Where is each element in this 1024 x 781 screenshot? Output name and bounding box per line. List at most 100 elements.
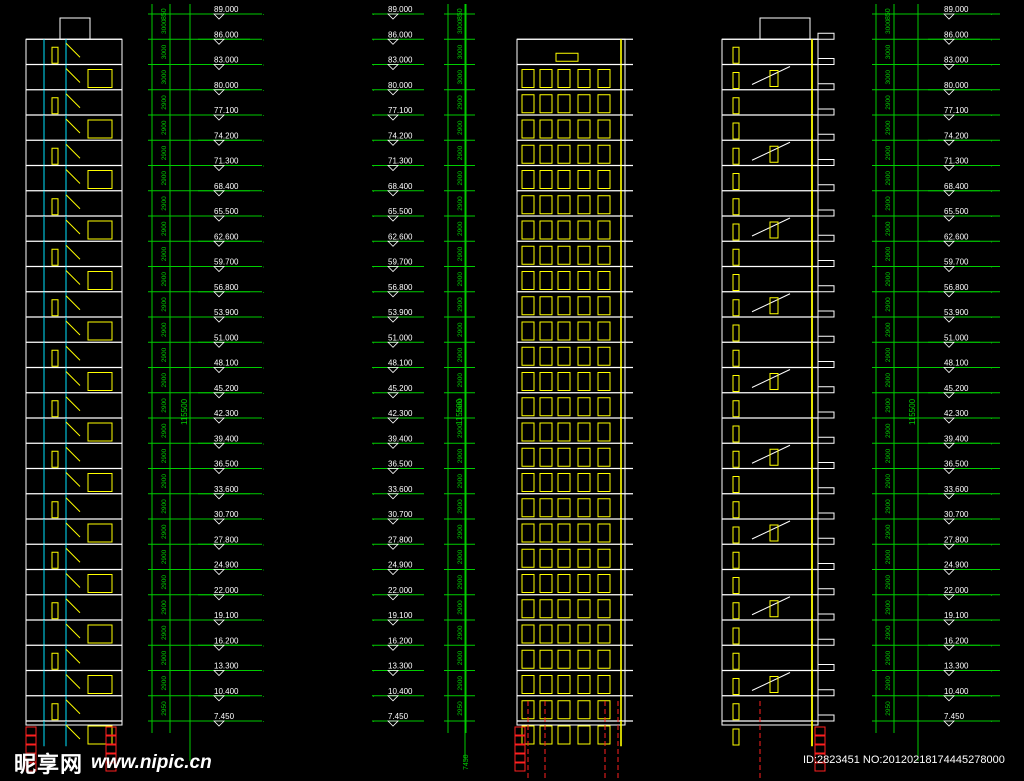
level-marker	[387, 493, 399, 500]
section-b-window	[577, 144, 591, 164]
section-a-stair-flight	[65, 169, 81, 184]
floor-dimension: 2900	[457, 398, 464, 413]
section-c-door	[732, 425, 740, 443]
floor-dimension: 2900	[161, 423, 168, 438]
section-a-door	[51, 147, 59, 165]
floor-dimension: 2900	[161, 600, 168, 615]
floor-dimension: 2900	[457, 221, 464, 236]
section-a-door	[51, 400, 59, 418]
section-c-balcony	[817, 32, 835, 40]
floor-dimension: 2900	[457, 499, 464, 514]
level-marker	[943, 38, 955, 45]
section-a-stair-flight	[65, 371, 81, 386]
section-b-roof-vent	[555, 52, 579, 62]
floor-tag: ·	[990, 338, 993, 347]
level-marker	[387, 89, 399, 96]
floor-dimension: 2900	[161, 347, 168, 362]
section-c-door	[732, 400, 740, 418]
section-b-window	[557, 523, 571, 543]
section-b-window	[577, 346, 591, 366]
cad-canvas: 850 115500 89.000 3000 · 86.000 3000 · 83.000 300…	[0, 0, 1024, 781]
section-a-door	[51, 349, 59, 367]
section-b-window	[539, 296, 553, 316]
floor-tag: ·	[262, 515, 265, 524]
section-b-window	[597, 220, 611, 240]
section-b-window	[577, 372, 591, 391]
floor-dimension: 2900	[885, 246, 892, 261]
section-b-window	[521, 675, 535, 694]
floor-tag: ·	[262, 86, 265, 95]
section-b-window	[557, 675, 571, 694]
floor-tag: ·	[372, 591, 375, 600]
level-marker	[943, 341, 955, 348]
level-marker	[213, 594, 225, 601]
section-b-window	[539, 624, 553, 644]
section-b-window	[539, 574, 553, 593]
floor-dimension: 2900	[457, 625, 464, 640]
section-b-window	[597, 548, 611, 568]
level-marker	[943, 619, 955, 626]
section-c-door	[732, 72, 740, 89]
section-a-pile	[25, 726, 37, 736]
level-value: 62.600	[388, 232, 413, 241]
section-a-window	[87, 372, 113, 391]
level-value: 33.600	[388, 485, 413, 494]
floor-tag: ·	[262, 414, 265, 423]
level-marker	[387, 644, 399, 651]
floor-dimension: 2900	[457, 297, 464, 312]
section-a-door	[51, 551, 59, 569]
level-value: 45.200	[388, 384, 413, 393]
section-b-window	[557, 649, 571, 669]
level-value: 39.400	[214, 434, 239, 443]
floor-tag: ·	[990, 515, 993, 524]
floor-tag: ·	[372, 212, 375, 221]
section-a-door	[51, 299, 59, 317]
floor-tag: ·	[990, 288, 993, 297]
level-value: 56.800	[214, 283, 239, 292]
level-marker	[213, 139, 225, 146]
section-a-window	[87, 422, 113, 442]
section-b-window	[539, 372, 553, 391]
level-marker	[213, 442, 225, 449]
floor-tag: ·	[990, 717, 993, 726]
floor-tag: ·	[372, 338, 375, 347]
level-marker	[943, 291, 955, 298]
section-c-balcony	[817, 285, 835, 293]
section-b-window	[539, 220, 553, 240]
floor-tag: ·	[990, 162, 993, 171]
floor-dimension: 2900	[885, 499, 892, 514]
level-marker	[387, 38, 399, 45]
section-a-door	[51, 652, 59, 670]
floor-dimension: 2900	[457, 272, 464, 287]
floor-tag: ·	[372, 10, 375, 19]
level-marker	[387, 64, 399, 71]
section-b-window	[557, 498, 571, 518]
floor-dimension: 2900	[885, 600, 892, 615]
floor-dimension: 2900	[885, 145, 892, 160]
floor-dimension: 2900	[885, 474, 892, 489]
level-marker	[943, 569, 955, 576]
section-b-window	[577, 296, 591, 316]
level-marker	[213, 417, 225, 424]
section-a-window	[87, 624, 113, 644]
level-marker	[213, 619, 225, 626]
section-a-window	[87, 321, 113, 341]
level-value: 89.000	[214, 5, 239, 14]
section-c-door	[732, 223, 740, 241]
floor-tag: ·	[262, 692, 265, 701]
floor-tag: ·	[990, 212, 993, 221]
floor-tag: ·	[262, 439, 265, 448]
floor-dimension: 2900	[161, 474, 168, 489]
section-b-window	[521, 170, 535, 189]
section-b-window	[539, 94, 553, 114]
level-marker	[943, 468, 955, 475]
level-marker	[213, 518, 225, 525]
floor-dimension: 2900	[161, 322, 168, 337]
floor-tag: ·	[262, 10, 265, 19]
floor-dimension: 2900	[161, 499, 168, 514]
floor-dimension: 2900	[161, 398, 168, 413]
level-value: 27.800	[214, 535, 239, 544]
section-b-window	[539, 700, 553, 720]
section-b-window	[557, 220, 571, 240]
level-value: 89.000	[388, 5, 413, 14]
